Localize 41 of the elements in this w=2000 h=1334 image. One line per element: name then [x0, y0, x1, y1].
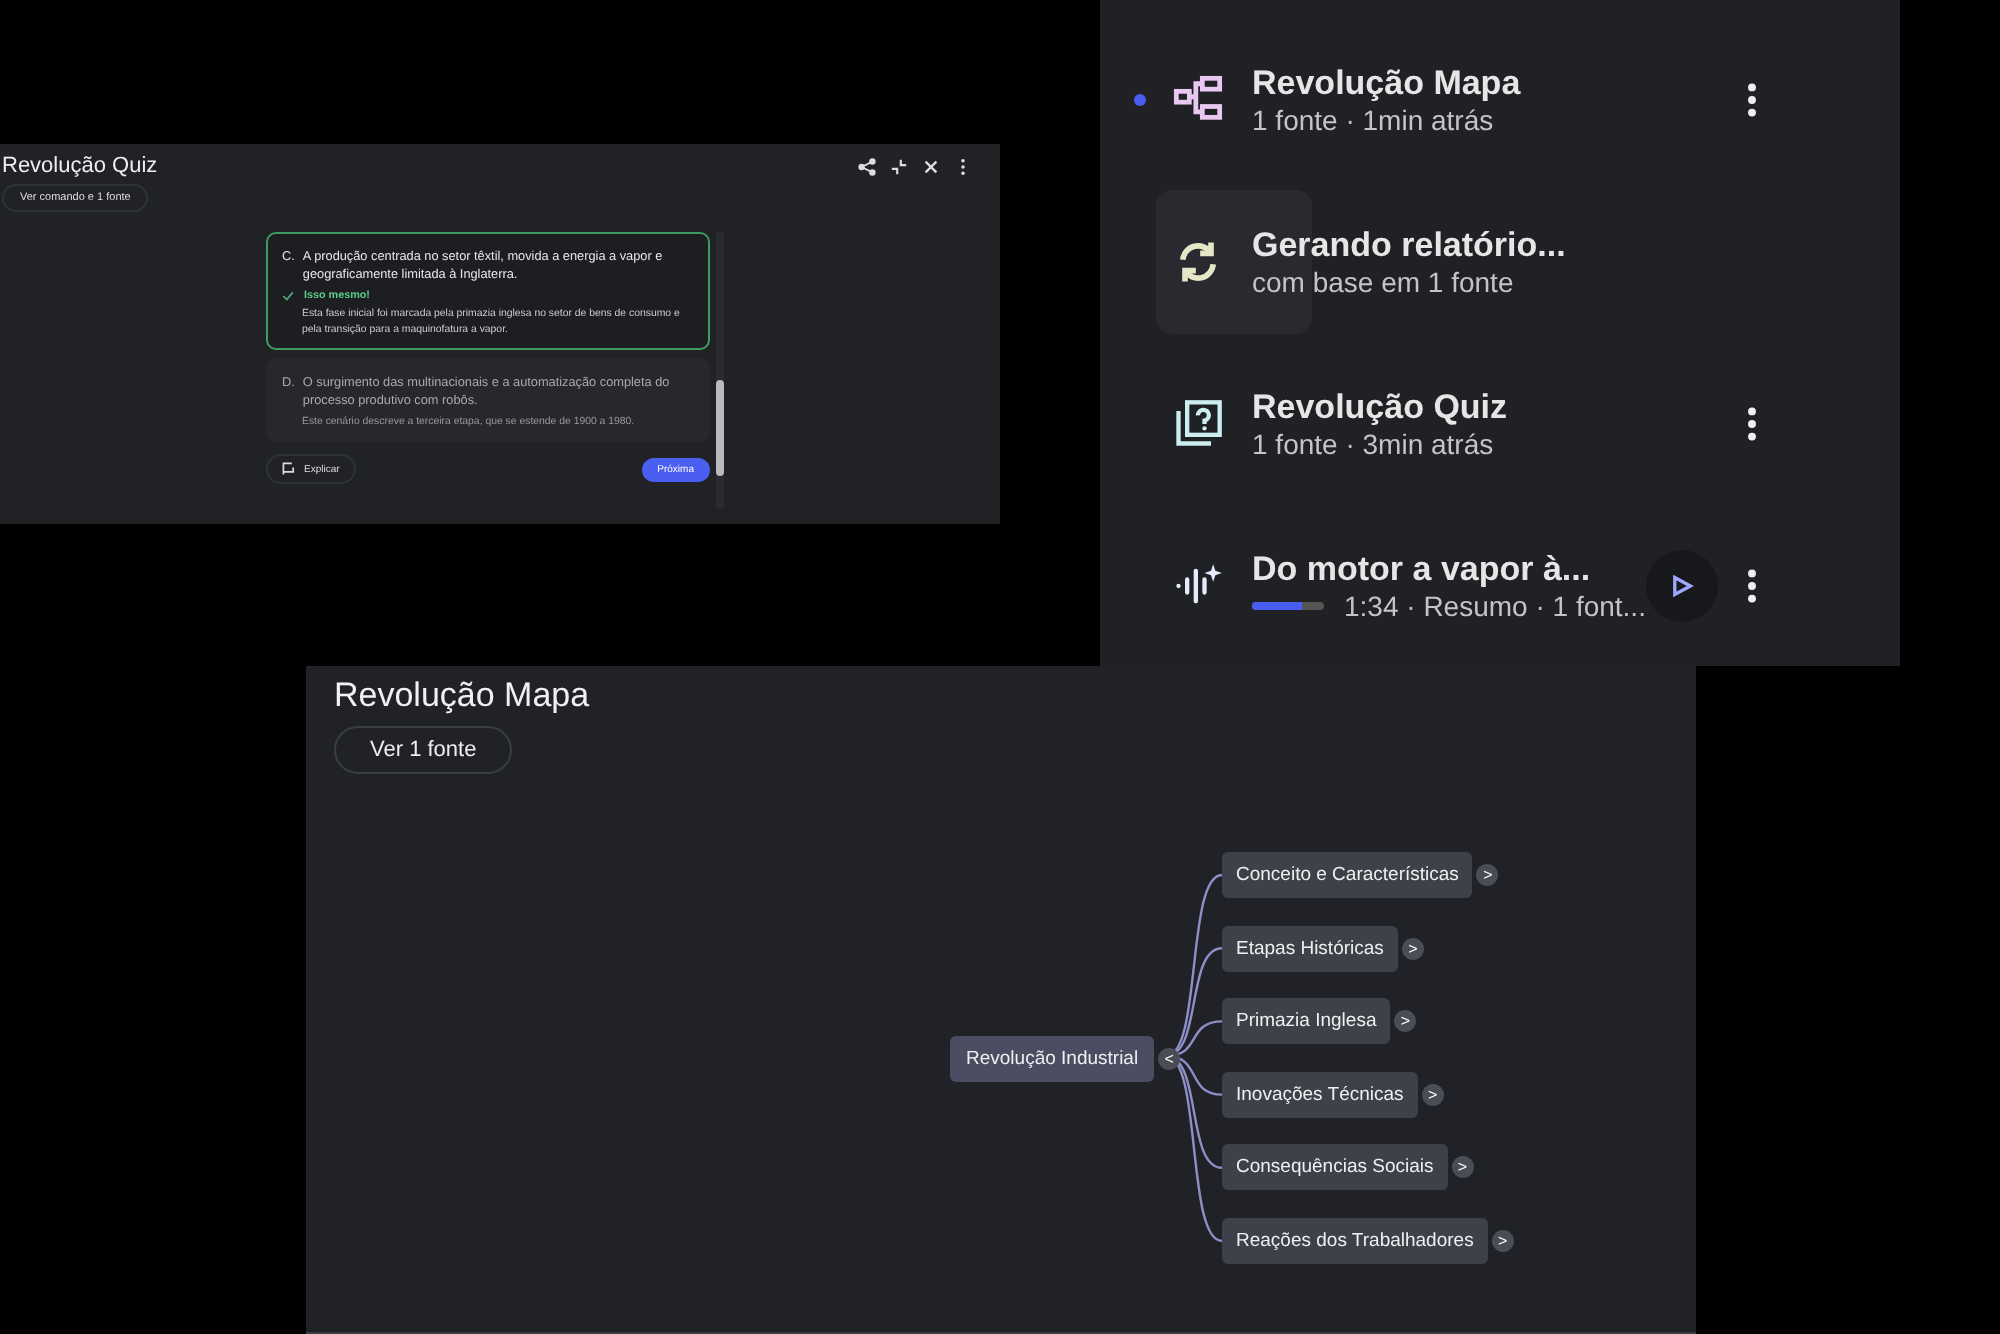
item-subtitle: 1:34 · Resumo · 1 font...: [1344, 590, 1646, 622]
mind-map-node[interactable]: Etapas Históricas: [1222, 925, 1398, 972]
item-title[interactable]: Revolução Quiz: [1252, 388, 1746, 428]
expand-toggle[interactable]: >: [1476, 864, 1499, 886]
scrollbar[interactable]: [716, 232, 724, 508]
mind-map-node[interactable]: Primazia Inglesa: [1222, 998, 1391, 1045]
answer-option[interactable]: [266, 232, 710, 350]
item-title[interactable]: Do motor a vapor à...: [1252, 550, 1646, 590]
expand-toggle[interactable]: >: [1421, 1083, 1444, 1106]
unread-dot: [1134, 94, 1146, 106]
item-subtitle: 1 fonte · 1min atrás: [1252, 104, 1494, 136]
play-icon: [1669, 574, 1694, 598]
collapse-icon[interactable]: [890, 157, 908, 175]
expand-toggle[interactable]: >: [1401, 937, 1424, 960]
more-icon[interactable]: [1745, 568, 1758, 604]
more-icon[interactable]: [1745, 82, 1758, 118]
mind-map-node[interactable]: Inovações Técnicas: [1222, 1071, 1418, 1118]
collapse-toggle[interactable]: <: [1158, 1048, 1181, 1070]
progress-bar: [1252, 602, 1324, 610]
item-subtitle: com base em 1 fonte: [1252, 266, 1514, 298]
item-subtitle: 1 fonte · 3min atrás: [1252, 428, 1494, 460]
share-icon[interactable]: [858, 157, 876, 175]
mind-map-node[interactable]: Reações dos Trabalhadores: [1222, 1218, 1488, 1264]
window-title: Revolução Quiz: [2, 154, 158, 178]
close-icon[interactable]: [922, 157, 940, 175]
quiz-icon: [1172, 398, 1224, 450]
expand-toggle[interactable]: >: [1451, 1156, 1474, 1179]
play-button[interactable]: [1645, 550, 1718, 622]
mind-map-node[interactable]: Conceito e Características: [1222, 852, 1473, 898]
expand-toggle[interactable]: >: [1394, 1010, 1417, 1033]
expand-toggle[interactable]: >: [1491, 1230, 1514, 1252]
mind-map-icon: [1172, 74, 1224, 126]
mind-map-node[interactable]: Consequências Sociais: [1222, 1144, 1448, 1191]
item-title[interactable]: Revolução Mapa: [1252, 64, 1746, 104]
check-icon: [282, 289, 294, 302]
source-button[interactable]: Ver 1 fonte: [334, 726, 513, 774]
more-icon[interactable]: [1745, 406, 1758, 442]
window-title: Revolução Mapa: [334, 676, 590, 716]
comment-icon: [282, 462, 296, 477]
mind-map-node[interactable]: Revolução Industrial: [950, 1036, 1155, 1082]
item-title[interactable]: Gerando relatório...: [1252, 226, 1872, 266]
